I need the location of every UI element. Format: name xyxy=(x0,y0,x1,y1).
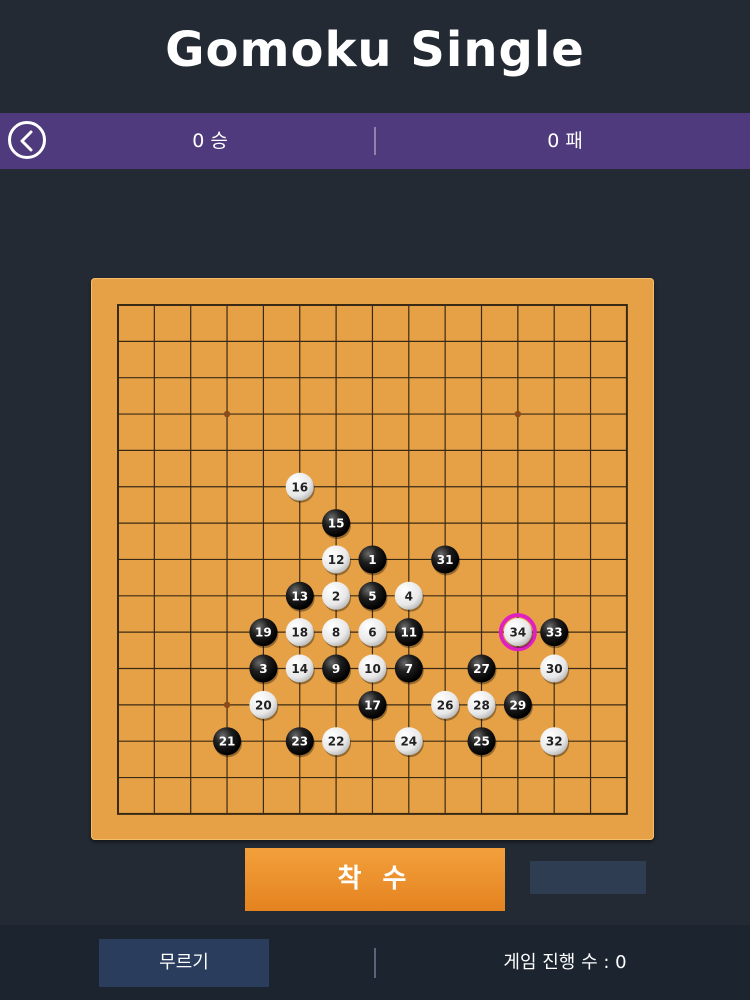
stone-number: 23 xyxy=(291,735,308,749)
stone-number: 12 xyxy=(328,553,345,567)
stone-number: 24 xyxy=(400,735,417,749)
stone-number: 3 xyxy=(259,662,267,676)
stone-number: 1 xyxy=(368,553,376,567)
bottom-bar: 무르기 게임 진행 수 : 0 xyxy=(0,925,750,1000)
stone-number: 20 xyxy=(255,698,272,712)
stone-number: 6 xyxy=(368,626,376,640)
stone-number: 7 xyxy=(405,662,413,676)
move-count-label: 게임 진행 수 : 0 xyxy=(503,952,627,973)
stone-number: 26 xyxy=(437,698,454,712)
place-stone-button[interactable]: 착 수 xyxy=(245,848,505,911)
game-board[interactable]: 1 2 3 4 5 6 7 8 9 10 11 12 13 14 15 16 17 18 19 20 21 22 23 24 2… xyxy=(91,278,654,840)
stone-number: 16 xyxy=(291,480,308,494)
wins-count: 0 승 xyxy=(192,130,228,152)
chevron-left-icon xyxy=(20,130,33,152)
stone-number: 19 xyxy=(255,626,272,640)
undo-button[interactable]: 무르기 xyxy=(99,939,269,987)
stone-number: 15 xyxy=(328,517,345,531)
stone-number: 25 xyxy=(473,735,490,749)
stone-number: 4 xyxy=(405,589,413,603)
board-grid[interactable]: 123456789 101112131415161718192021 2223 24 2… xyxy=(91,278,654,840)
stone-number: 21 xyxy=(219,735,236,749)
app-title: Gomoku Single xyxy=(165,22,585,78)
star-point xyxy=(514,410,522,418)
stone-number: 28 xyxy=(473,698,490,712)
stone-number: 29 xyxy=(509,698,526,712)
stone-number: 30 xyxy=(546,662,563,676)
stone-number: 13 xyxy=(291,589,308,603)
losses-count: 0 패 xyxy=(547,130,583,152)
stone-number: 17 xyxy=(364,698,381,712)
stone-number: 18 xyxy=(291,626,308,640)
stone-number: 10 xyxy=(364,662,381,676)
secondary-button[interactable] xyxy=(530,861,646,894)
stone-number: 14 xyxy=(291,662,308,676)
bottom-divider xyxy=(374,948,376,978)
star-point xyxy=(223,701,231,709)
stone-number: 31 xyxy=(437,553,454,567)
score-divider xyxy=(374,127,376,155)
stone-number: 5 xyxy=(368,589,376,603)
stone-number: 32 xyxy=(546,735,563,749)
back-button[interactable] xyxy=(8,121,46,159)
stone-number: 11 xyxy=(400,626,417,640)
stone-number: 2 xyxy=(332,589,340,603)
stone-number: 22 xyxy=(328,735,345,749)
stone-number: 9 xyxy=(332,662,340,676)
star-point xyxy=(223,410,231,418)
score-bar: 0 승 0 패 xyxy=(0,113,750,169)
stone-number: 8 xyxy=(332,626,340,640)
stone-number: 33 xyxy=(546,626,563,640)
stone-number: 34 xyxy=(509,626,526,640)
stone-number: 27 xyxy=(473,662,490,676)
